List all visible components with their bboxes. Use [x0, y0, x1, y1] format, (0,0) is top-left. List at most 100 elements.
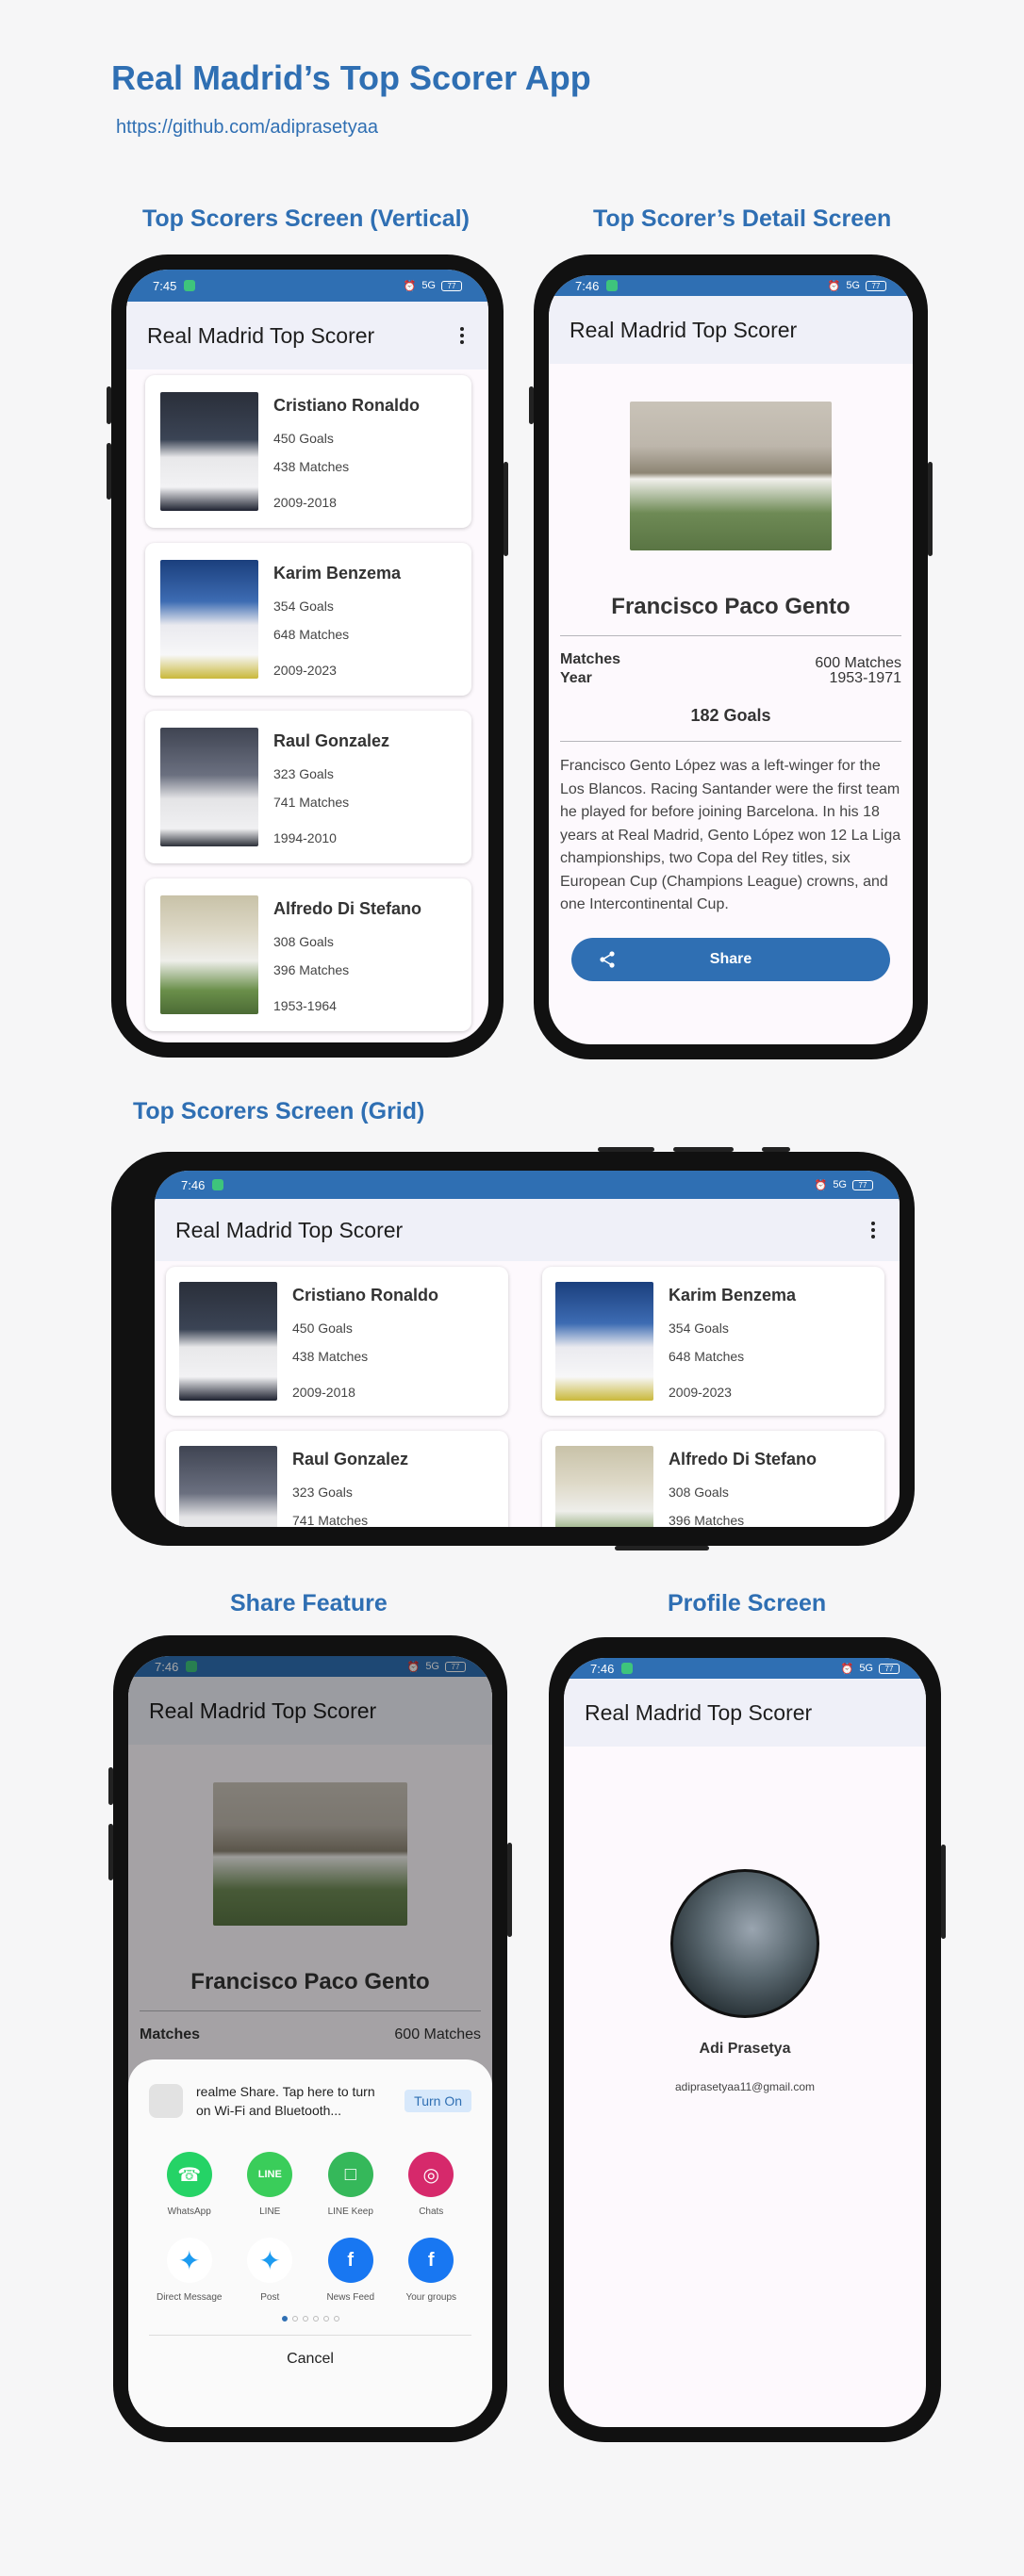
- status-time: 7:45: [153, 278, 177, 293]
- share-target[interactable]: ☎ WhatsApp: [149, 2152, 230, 2217]
- github-link[interactable]: https://github.com/adiprasetyaa: [116, 117, 378, 139]
- player-photo: [555, 1446, 653, 1527]
- grid-screen: 7:46 ⏰ 5G 77 Real Madrid Top Scorer Cristi…: [155, 1171, 900, 1527]
- status-bar: 7:45 ⏰ 5G 77: [126, 270, 488, 302]
- player-matches: 648 Matches: [273, 627, 350, 642]
- page-title: Real Madrid’s Top Scorer App: [111, 58, 591, 97]
- battery-icon: 77: [441, 280, 462, 291]
- status-bar: 7:46 ⏰ 5G 77: [549, 275, 913, 296]
- notification-icon: [184, 280, 196, 291]
- share-target[interactable]: f News Feed: [310, 2238, 391, 2303]
- scorer-card[interactable]: Raul Gonzalez 323 Goals 741 Matches 1994…: [145, 711, 471, 863]
- alarm-icon: ⏰: [403, 280, 417, 292]
- player-years: 2009-2018: [292, 1385, 355, 1400]
- player-years: 2009-2023: [669, 1385, 732, 1400]
- player-years: 2009-2018: [273, 495, 337, 510]
- scorer-card[interactable]: Karim Benzema 354 Goals 648 Matches 2009…: [542, 1267, 884, 1416]
- app-title: Real Madrid Top Scorer: [175, 1217, 404, 1242]
- player-description: Francisco Gento López was a left-winger …: [560, 758, 901, 912]
- app-bar: Real Madrid Top Scorer: [155, 1199, 900, 1261]
- scorer-card[interactable]: Karim Benzema 354 Goals 648 Matches 2009…: [145, 543, 471, 696]
- instagram-icon: ◎: [408, 2152, 454, 2197]
- status-bar: 7:46 ⏰ 5G 77: [564, 1658, 926, 1679]
- more-menu-icon[interactable]: [454, 321, 470, 350]
- share-sheet: realme Share. Tap here to turn on Wi-Fi …: [128, 2059, 492, 2427]
- player-goals: 323 Goals: [273, 766, 334, 781]
- share-button[interactable]: Share: [571, 937, 890, 981]
- player-goals: 308 Goals: [669, 1485, 729, 1500]
- share-target-label: LINE Keep: [327, 2207, 373, 2217]
- player-matches: 438 Matches: [292, 1349, 369, 1364]
- year-value: 1953-1971: [829, 670, 901, 686]
- section-title-grid: Top Scorers Screen (Grid): [133, 1098, 425, 1124]
- player-name: Raul Gonzalez: [273, 731, 390, 750]
- phone-profile: 7:46 ⏰ 5G 77 Real Madrid Top Scorer Adi Pr…: [549, 1637, 946, 2442]
- share-target[interactable]: ◎ Chats: [391, 2152, 472, 2217]
- player-goals: 323 Goals: [292, 1485, 353, 1500]
- player-goals: 308 Goals: [273, 934, 334, 949]
- player-name: Alfredo Di Stefano: [669, 1450, 818, 1468]
- cancel-button[interactable]: Cancel: [149, 2335, 471, 2368]
- player-goals: 354 Goals: [273, 599, 334, 614]
- avatar: [670, 1869, 819, 2018]
- twitter-icon: ✦: [166, 2238, 212, 2283]
- whatsapp-icon: ☎: [166, 2152, 212, 2197]
- status-time: 7:46: [181, 1177, 206, 1192]
- share-target[interactable]: ✦ Post: [230, 2238, 311, 2303]
- share-target[interactable]: ✦ Direct Message: [149, 2238, 230, 2303]
- phone-share: 7:46 ⏰ 5G 77 Real Madrid Top Scorer Franci…: [108, 1635, 512, 2442]
- profile-name: Adi Prasetya: [699, 2041, 791, 2057]
- phone-grid: 7:46 ⏰ 5G 77 Real Madrid Top Scorer Cristi…: [111, 1147, 915, 1551]
- section-title-share: Share Feature: [230, 1590, 388, 1616]
- share-target-label: LINE: [259, 2207, 281, 2217]
- notification-icon: [621, 1663, 634, 1674]
- share-target[interactable]: LINE LINE: [230, 2152, 311, 2217]
- player-photo: [555, 1282, 653, 1401]
- realme-share-icon: [149, 2084, 183, 2118]
- scorer-card[interactable]: Cristiano Ronaldo 450 Goals 438 Matches …: [145, 375, 471, 528]
- line-icon: LINE: [247, 2152, 293, 2197]
- notification-icon: [212, 1179, 224, 1190]
- status-time: 7:46: [590, 1661, 615, 1676]
- line-keep-icon: □: [327, 2152, 373, 2197]
- status-time: 7:46: [575, 278, 600, 293]
- app-bar: Real Madrid Top Scorer: [549, 296, 913, 364]
- player-name: Karim Benzema: [273, 564, 402, 582]
- section-title-detail: Top Scorer’s Detail Screen: [593, 205, 892, 232]
- player-matches: 741 Matches: [292, 1513, 369, 1527]
- player-name: Cristiano Ronaldo: [273, 396, 421, 415]
- app-title: Real Madrid Top Scorer: [570, 317, 798, 342]
- scorer-card[interactable]: Alfredo Di Stefano 308 Goals 396 Matches…: [145, 878, 471, 1031]
- app-bar: Real Madrid Top Scorer: [126, 302, 488, 369]
- signal-icon: 5G: [846, 280, 860, 291]
- realme-share-text: realme Share. Tap here to turn on Wi-Fi …: [196, 2084, 375, 2118]
- scorer-card[interactable]: Cristiano Ronaldo 450 Goals 438 Matches …: [166, 1267, 508, 1416]
- share-target-label: Post: [260, 2292, 280, 2303]
- scorer-grid: Cristiano Ronaldo 450 Goals 438 Matches …: [155, 1261, 900, 1527]
- turn-on-button[interactable]: Turn On: [405, 2090, 471, 2112]
- player-photo: [160, 560, 258, 679]
- player-matches: 396 Matches: [273, 962, 350, 977]
- year-row: Year 1953-1971: [560, 670, 901, 687]
- profile-screen: 7:46 ⏰ 5G 77 Real Madrid Top Scorer Adi Pr…: [564, 1658, 926, 2427]
- more-menu-icon[interactable]: [866, 1216, 881, 1244]
- player-name: Karim Benzema: [669, 1286, 797, 1304]
- player-goals: 182 Goals: [690, 706, 771, 725]
- player-photo: [630, 402, 832, 550]
- share-target[interactable]: f Your groups: [391, 2238, 472, 2303]
- matches-row: Matches 600 Matches: [560, 651, 901, 672]
- realme-share-row[interactable]: realme Share. Tap here to turn on Wi-Fi …: [149, 2082, 471, 2120]
- player-photo: [160, 728, 258, 846]
- share-target-label: Your groups: [405, 2292, 457, 2303]
- player-goals: 354 Goals: [669, 1321, 729, 1336]
- alarm-icon: ⏰: [840, 1663, 854, 1675]
- facebook-icon: f: [408, 2238, 454, 2283]
- facebook-icon: f: [327, 2238, 373, 2283]
- scorer-card[interactable]: Raul Gonzalez 323 Goals 741 Matches: [166, 1431, 508, 1527]
- player-goals: 450 Goals: [292, 1321, 353, 1336]
- signal-icon: 5G: [833, 1179, 847, 1190]
- scorer-card[interactable]: Alfredo Di Stefano 308 Goals 396 Matches: [542, 1431, 884, 1527]
- player-name: Raul Gonzalez: [292, 1450, 409, 1468]
- player-name: Francisco Paco Gento: [611, 594, 851, 619]
- share-target[interactable]: □ LINE Keep: [310, 2152, 391, 2217]
